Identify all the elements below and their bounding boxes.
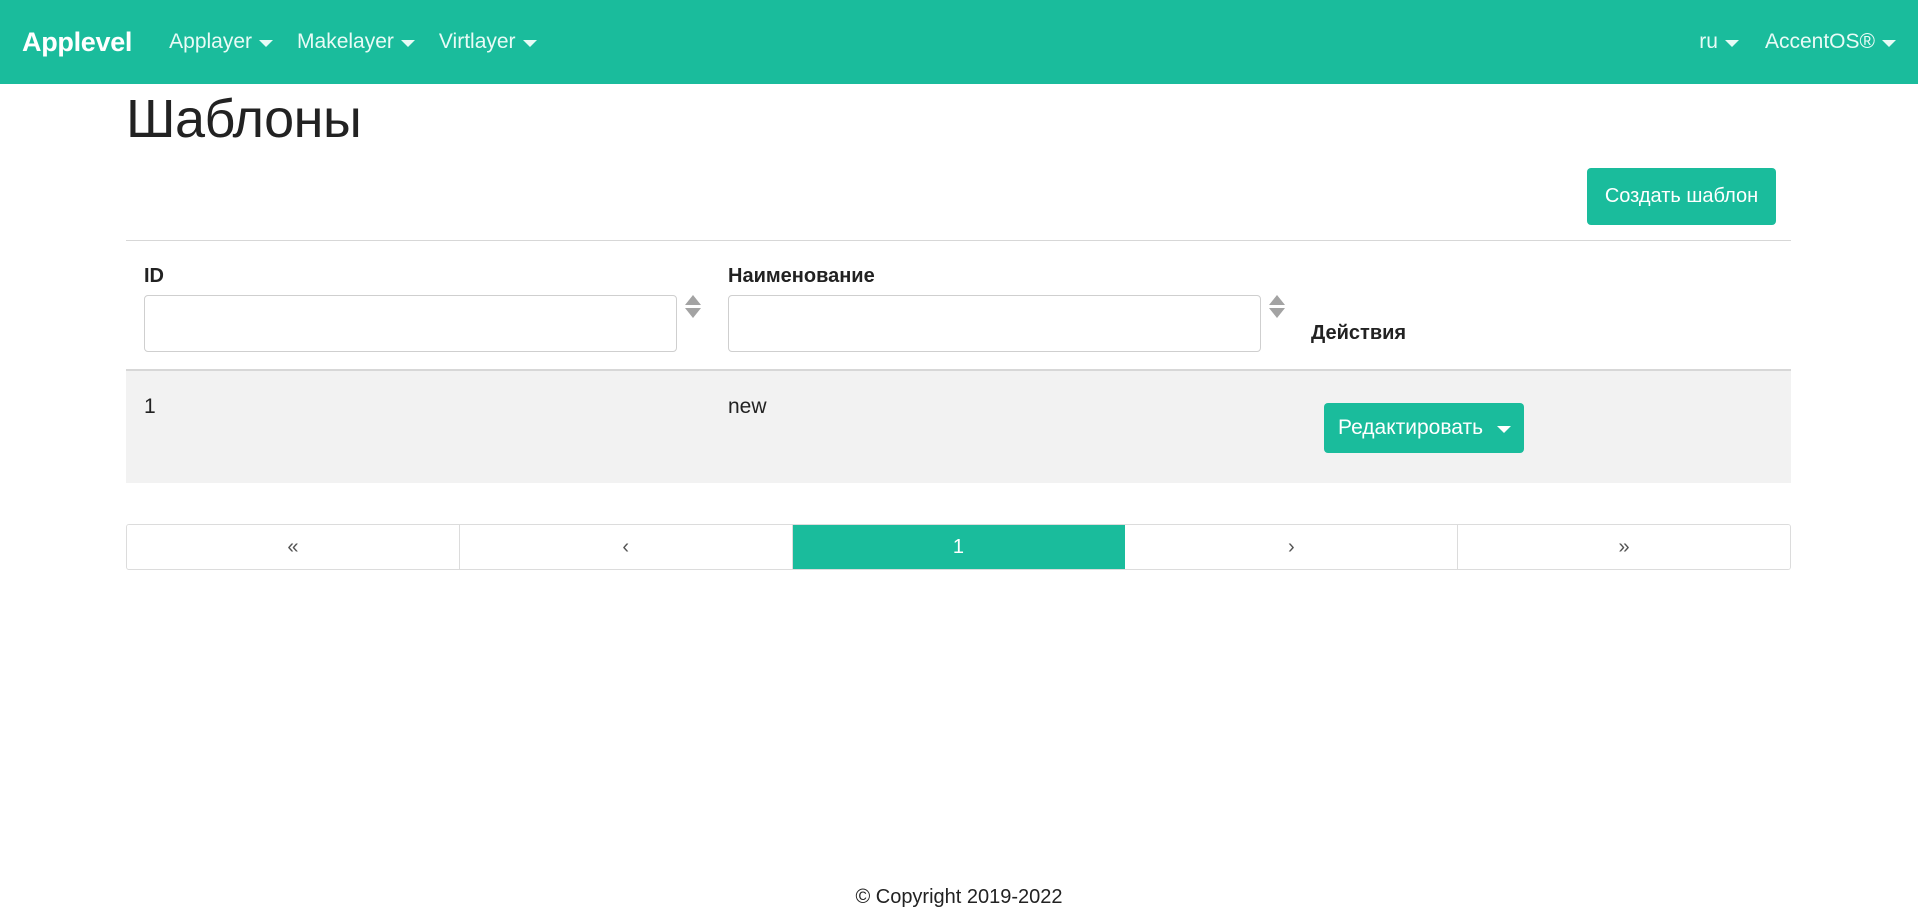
table-header: ID Наименование Действия — [126, 241, 1791, 371]
toolbar: Создать шаблон — [126, 168, 1791, 240]
sort-icon[interactable] — [685, 295, 701, 321]
user-menu-label: AccentOS® — [1764, 30, 1875, 53]
language-label: ru — [1699, 30, 1718, 53]
column-header-name: Наименование — [728, 265, 875, 287]
nav-menu-label: Applayer — [169, 30, 253, 53]
page-title: Шаблоны — [126, 89, 362, 149]
nav-menu-label: Virtlayer — [438, 30, 516, 53]
nav-menu-applayer[interactable]: Applayer — [169, 30, 274, 54]
edit-button[interactable]: Редактировать — [1324, 403, 1484, 453]
brand-logo[interactable]: Applevel — [22, 27, 132, 58]
footer-copyright: © Copyright 2019-2022 — [855, 886, 1063, 908]
page-first-button[interactable]: « — [127, 525, 460, 569]
sort-asc-icon — [685, 295, 701, 305]
main-container: Шаблоны Создать шаблон ID Наименование Д… — [126, 84, 1791, 483]
page-prev-button[interactable]: ‹ — [459, 525, 793, 569]
nav-right-menus: ru AccentOS® — [1673, 30, 1896, 54]
cell-name: new — [728, 395, 767, 418]
id-filter-input[interactable] — [144, 295, 677, 352]
sort-desc-icon — [1269, 308, 1285, 318]
page-last-button[interactable]: » — [1458, 525, 1790, 569]
edit-split-button: Редактировать — [1324, 403, 1524, 453]
page-current-button[interactable]: 1 — [792, 525, 1126, 569]
sort-icon[interactable] — [1269, 295, 1285, 321]
caret-down-icon — [1497, 425, 1511, 433]
language-menu[interactable]: ru — [1699, 30, 1739, 54]
user-menu[interactable]: AccentOS® — [1765, 30, 1896, 54]
table-row: 1 new Редактировать — [126, 371, 1791, 483]
caret-down-icon — [400, 39, 415, 47]
top-navbar: Applevel Applayer Makelayer Virtlayer ru… — [0, 0, 1918, 84]
page-next-button[interactable]: › — [1125, 525, 1459, 569]
sort-asc-icon — [1269, 295, 1285, 305]
caret-down-icon — [1882, 39, 1896, 47]
edit-dropdown-toggle[interactable] — [1484, 403, 1524, 453]
caret-down-icon — [259, 39, 274, 47]
column-header-actions: Действия — [1311, 322, 1407, 344]
create-template-button[interactable]: Создать шаблон — [1587, 168, 1776, 225]
caret-down-icon — [1724, 39, 1739, 47]
caret-down-icon — [522, 39, 537, 47]
name-filter-input[interactable] — [728, 295, 1261, 352]
column-header-id: ID — [144, 265, 164, 287]
nav-menu-label: Makelayer — [297, 30, 394, 53]
templates-table: ID Наименование Действия 1 new Редактиро… — [126, 240, 1791, 483]
nav-menu-makelayer[interactable]: Makelayer — [297, 30, 415, 54]
nav-menu-virtlayer[interactable]: Virtlayer — [439, 30, 537, 54]
nav-left-menus: Applayer Makelayer Virtlayer — [169, 30, 560, 54]
pagination: « ‹ 1 › » — [126, 524, 1791, 570]
sort-desc-icon — [685, 308, 701, 318]
cell-id: 1 — [144, 395, 156, 418]
